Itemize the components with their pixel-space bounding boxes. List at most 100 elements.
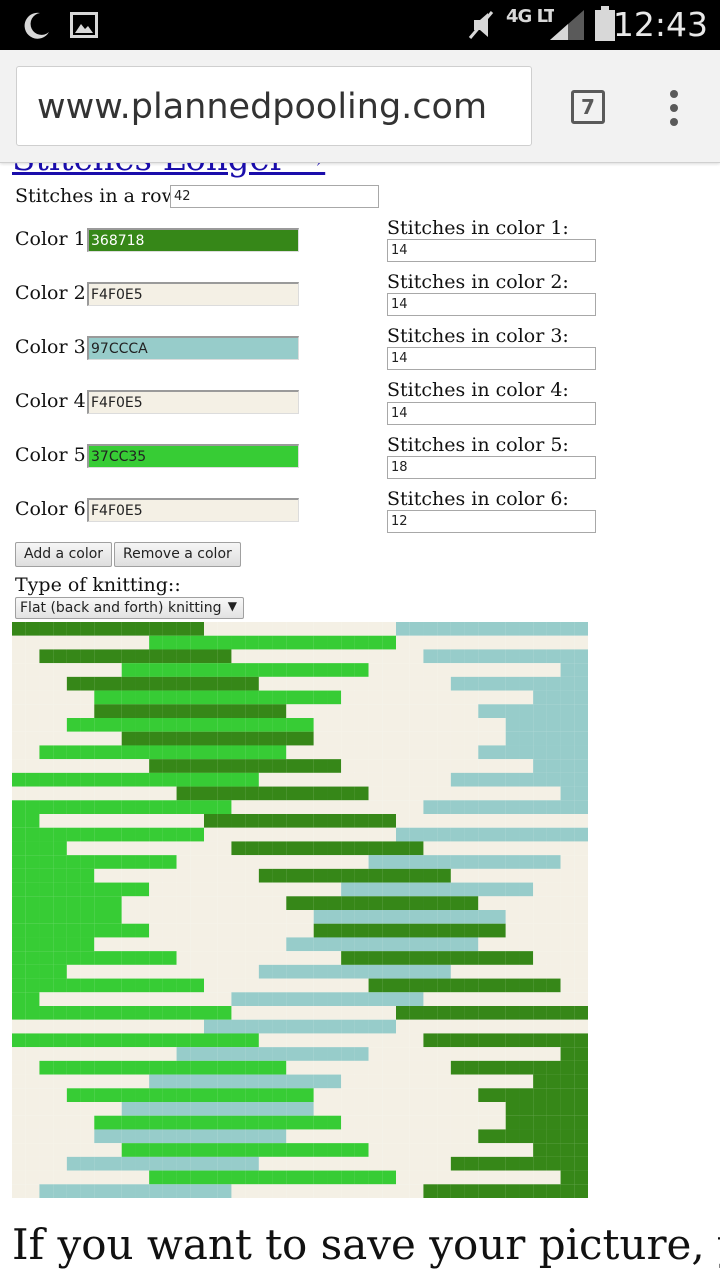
stitch-cell — [409, 964, 424, 979]
stitches-color-5-input[interactable]: 18 — [387, 456, 596, 479]
stitch-cell — [546, 868, 561, 883]
stitch-cell — [190, 676, 205, 691]
stitch-cell — [80, 1006, 95, 1020]
stitch-cell — [94, 827, 109, 842]
stitches-in-row-input[interactable]: 42 — [170, 185, 379, 208]
stitches-color-3-input[interactable]: 14 — [387, 347, 596, 370]
stitch-cell — [66, 1129, 81, 1144]
color-4-input[interactable]: F4F0E5 — [87, 390, 299, 414]
stitch-cell — [135, 718, 150, 732]
stitch-cell — [560, 1129, 575, 1144]
color-1-input[interactable]: 368718 — [87, 228, 299, 252]
color-5-input[interactable]: 37CC35 — [87, 444, 299, 468]
stitch-cell — [204, 1184, 218, 1198]
stitch-cell — [396, 951, 410, 965]
stitch-cell — [25, 1074, 40, 1089]
stitch-cell — [121, 731, 136, 746]
stitches-color-2-input[interactable]: 14 — [387, 293, 596, 316]
stitch-cell — [464, 814, 479, 828]
stitch-cell — [574, 1102, 588, 1116]
stitch-cell — [327, 786, 342, 801]
stitch-cell — [25, 1129, 40, 1144]
stitch-cell — [533, 841, 547, 856]
knitting-type-select[interactable]: Flat (back and forth) knitting ▼ — [15, 597, 244, 619]
stitch-cell — [231, 1129, 246, 1144]
stitch-cell — [505, 882, 520, 897]
stitch-cell — [464, 827, 479, 842]
stitch-cell — [327, 1129, 342, 1144]
stitch-cell — [423, 855, 438, 869]
stitch-cell — [300, 992, 314, 1007]
stitch-cell — [231, 1143, 246, 1157]
stitch-cell — [505, 896, 520, 911]
color-2-input[interactable]: F4F0E5 — [87, 282, 299, 306]
stitch-cell — [204, 1019, 218, 1034]
stitch-cell — [505, 663, 520, 677]
remove-color-button[interactable]: Remove a color — [114, 542, 241, 567]
stitch-cell — [135, 964, 150, 979]
stitches-color-4-input[interactable]: 14 — [387, 402, 596, 425]
stitch-cell — [450, 964, 465, 979]
stitch-cell — [574, 1156, 588, 1171]
stitch-cell — [39, 690, 54, 705]
stitch-cell — [519, 882, 534, 897]
stitch-cell — [533, 745, 547, 760]
stitch-cell — [368, 951, 383, 965]
stitch-cell — [94, 690, 109, 705]
stitch-cell — [231, 1102, 246, 1116]
stitch-cell — [519, 923, 534, 938]
stitch-cell — [190, 882, 205, 897]
stitch-cell — [162, 649, 177, 664]
stitch-cell — [39, 896, 54, 911]
stitch-cell — [94, 896, 109, 911]
stitch-cell — [546, 1156, 561, 1171]
stitch-cell — [354, 978, 369, 993]
color-6-input[interactable]: F4F0E5 — [87, 498, 299, 522]
stitch-cell — [368, 910, 383, 924]
stitch-cell — [245, 704, 259, 719]
image-icon — [70, 12, 98, 38]
stitches-longer-link[interactable]: Stitches Longer → — [12, 163, 325, 177]
stitch-cell — [245, 1074, 259, 1089]
stitch-cell — [533, 855, 547, 869]
stitch-cell — [176, 937, 191, 952]
stitch-cell — [409, 992, 424, 1007]
stitch-cell — [313, 772, 328, 787]
stitch-cell — [450, 786, 465, 801]
stitch-cell — [231, 731, 246, 746]
stitch-cell — [204, 910, 218, 924]
address-bar[interactable]: www.plannedpooling.com — [16, 66, 532, 146]
stitch-cell — [135, 814, 150, 828]
stitches-color-1-input[interactable]: 14 — [387, 239, 596, 262]
stitch-cell — [80, 1102, 95, 1116]
stitch-cell — [245, 951, 259, 965]
stitch-cell — [574, 1033, 588, 1048]
stitch-cell — [437, 718, 451, 732]
stitch-cell — [245, 1129, 259, 1144]
stitch-cell — [190, 745, 205, 760]
overflow-menu-icon[interactable] — [667, 90, 681, 126]
stitch-cell — [437, 663, 451, 677]
stitch-cell — [478, 1115, 493, 1130]
stitch-cell — [560, 814, 575, 828]
stitch-cell — [272, 964, 287, 979]
stitch-cell — [574, 1115, 588, 1130]
stitch-cell — [300, 690, 314, 705]
stitches-color-6-input[interactable]: 12 — [387, 510, 596, 533]
stitch-cell — [313, 896, 328, 911]
tab-switcher-button[interactable]: 7 — [571, 90, 605, 124]
stitch-cell — [341, 1170, 355, 1185]
color-3-input[interactable]: 97CCCA — [87, 336, 299, 360]
stitch-cell — [272, 923, 287, 938]
stitch-cell — [396, 718, 410, 732]
add-color-button[interactable]: Add a color — [15, 542, 113, 567]
stitch-cell — [464, 649, 479, 664]
stitch-cell — [574, 1074, 588, 1089]
stitch-cell — [245, 663, 259, 677]
stitch-cell — [492, 1033, 506, 1048]
stitch-cell — [94, 718, 109, 732]
stitch-cell — [162, 951, 177, 965]
stitch-cell — [464, 992, 479, 1007]
stitch-cell — [204, 1060, 218, 1075]
stitch-cell — [53, 1019, 67, 1034]
